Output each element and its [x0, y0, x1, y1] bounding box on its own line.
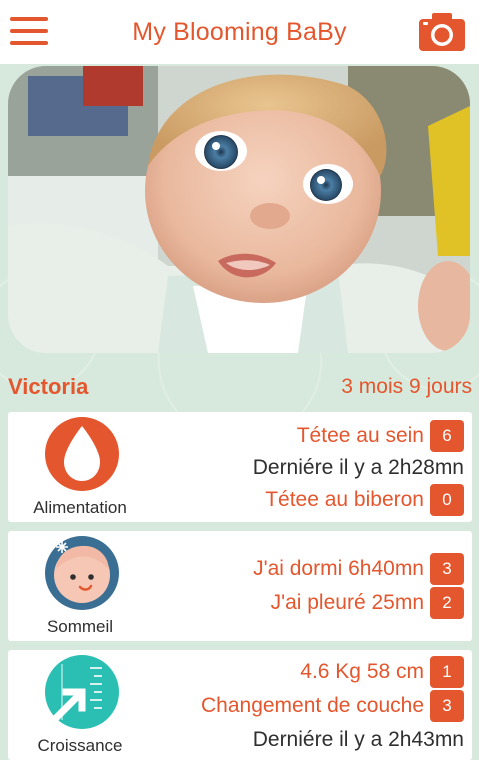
diaper-row[interactable]: Changement de couche 3: [201, 690, 464, 722]
growth-ruler-icon[interactable]: [44, 654, 120, 735]
slept-text: J'ai dormi 6h40mn: [253, 557, 424, 580]
baby-photo[interactable]: [8, 66, 470, 353]
milk-drop-icon[interactable]: [44, 416, 120, 497]
cried-row[interactable]: J'ai pleuré 25mn 2: [271, 587, 464, 619]
last-diaper-text: Derniére il y a 2h43mn: [252, 728, 464, 751]
camera-icon[interactable]: [418, 12, 466, 52]
sleep-card[interactable]: Sommeil J'ai dormi 6h40mn 3 J'ai pleuré …: [8, 531, 472, 641]
bottle-feeding-count-badge: 0: [430, 484, 464, 516]
cried-count-badge: 2: [430, 587, 464, 619]
feeding-label: Alimentation: [33, 498, 127, 517]
breastfeeding-count-badge: 6: [430, 420, 464, 452]
bottle-feeding-row[interactable]: Tétee au biberon 0: [265, 484, 464, 516]
last-feeding-text: Derniére il y a 2h28mn: [252, 456, 464, 479]
measure-row[interactable]: 4.6 Kg 58 cm 1: [300, 656, 464, 688]
growth-label: Croissance: [37, 736, 123, 755]
diaper-text: Changement de couche: [201, 694, 424, 717]
baby-name[interactable]: Victoria: [8, 374, 88, 400]
breastfeeding-row[interactable]: Tétee au sein 6: [297, 420, 464, 452]
measure-count-badge: 1: [430, 656, 464, 688]
feeding-card[interactable]: Alimentation Tétee au sein 6 Derniére il…: [8, 412, 472, 522]
last-feeding-row: Derniére il y a 2h28mn: [253, 452, 464, 484]
sleeping-baby-icon[interactable]: [44, 535, 120, 616]
app-title: My Blooming BaBy: [132, 17, 347, 46]
measure-text: 4.6 Kg 58 cm: [300, 660, 424, 683]
profile-row: Victoria 3 mois 9 jours: [8, 372, 472, 402]
cried-text: J'ai pleuré 25mn: [270, 591, 424, 614]
slept-count-badge: 3: [430, 553, 464, 585]
bottle-feeding-text: Tétee au biberon: [265, 488, 424, 511]
last-diaper-row: Derniére il y a 2h43mn: [253, 724, 464, 756]
diaper-count-badge: 3: [430, 690, 464, 722]
app-header: My Blooming BaBy: [0, 0, 479, 64]
growth-card[interactable]: Croissance 4.6 Kg 58 cm 1 Changement de …: [8, 650, 472, 760]
slept-row[interactable]: J'ai dormi 6h40mn 3: [253, 553, 464, 585]
baby-age: 3 mois 9 jours: [341, 375, 472, 398]
sleep-label: Sommeil: [46, 617, 114, 636]
breastfeeding-text: Tétee au sein: [296, 424, 424, 447]
hamburger-menu-icon[interactable]: [8, 13, 50, 49]
